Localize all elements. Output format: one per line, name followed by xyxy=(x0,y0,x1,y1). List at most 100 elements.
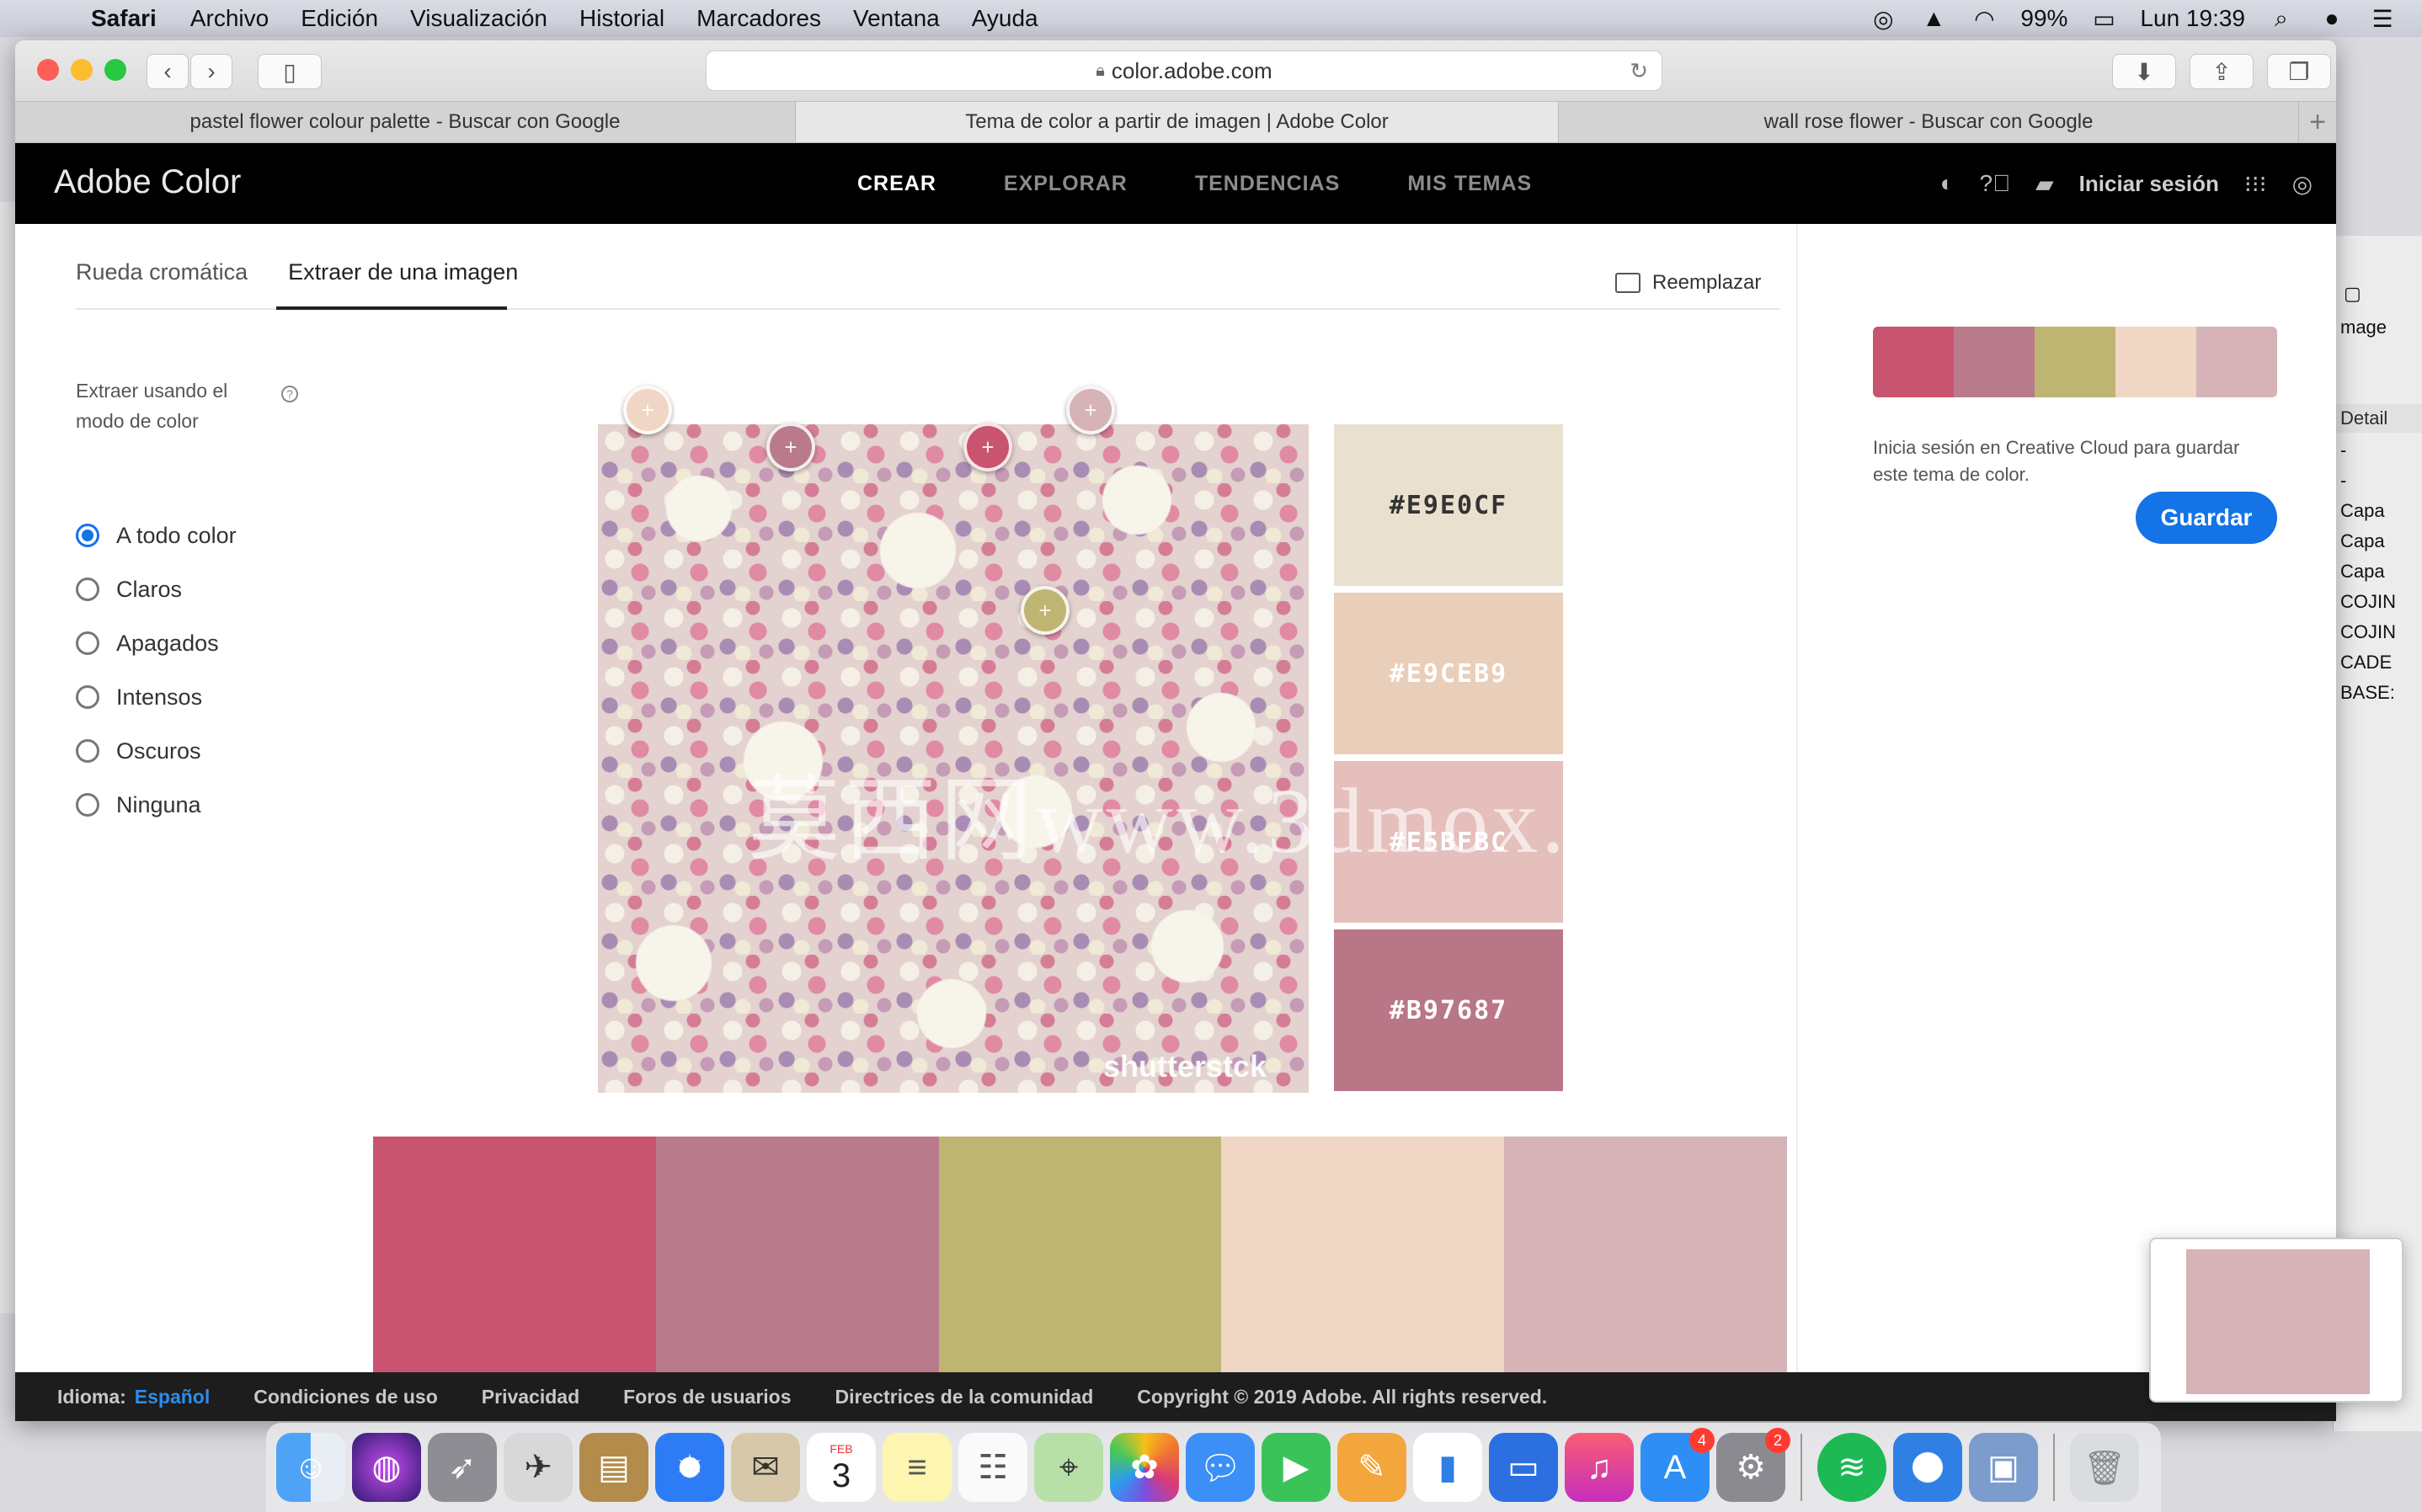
footer-terms-link[interactable]: Condiciones de uso xyxy=(253,1386,438,1408)
theme-color-swatch[interactable] xyxy=(373,1137,656,1372)
replace-image-button[interactable]: Reemplazar xyxy=(1615,271,1761,295)
theme-color-swatch[interactable] xyxy=(655,1137,939,1372)
adobe-menu-icon[interactable]: ▲ xyxy=(1919,5,1948,31)
menubar-clock[interactable]: Lun 19:39 xyxy=(2140,5,2245,32)
footer-forums-link[interactable]: Foros de usuarios xyxy=(623,1386,791,1408)
color-picker-handle[interactable]: + xyxy=(623,386,672,434)
downloads-button[interactable]: ⬇ xyxy=(2112,54,2176,89)
siri-icon[interactable]: ● xyxy=(2318,5,2346,31)
trash-icon[interactable]: 🗑︎ xyxy=(2070,1433,2139,1502)
bg-row[interactable]: Capa xyxy=(2340,500,2385,522)
show-tabs-button[interactable]: ❐ xyxy=(2267,54,2331,89)
nav-crear[interactable]: CREAR xyxy=(857,172,936,196)
reload-icon[interactable]: ↻ xyxy=(1630,58,1648,84)
notebook-app-icon[interactable]: ▤ xyxy=(579,1433,648,1502)
spotlight-search-icon[interactable]: ⌕ xyxy=(2267,5,2296,31)
bg-row[interactable]: COJIN xyxy=(2340,591,2396,613)
bg-row[interactable]: BASE: xyxy=(2340,682,2395,704)
menu-archivo[interactable]: Archivo xyxy=(190,5,269,32)
language-selector[interactable]: Español xyxy=(135,1386,210,1408)
bg-tool-image-icon[interactable]: ▢ xyxy=(2344,283,2361,305)
swatch-4[interactable]: #B97687 xyxy=(1334,929,1563,1091)
footer-guidelines-link[interactable]: Directrices de la comunidad xyxy=(835,1386,1094,1408)
spotify-icon[interactable]: ≋ xyxy=(1817,1433,1886,1502)
wifi-icon[interactable]: ◠ xyxy=(1970,6,1998,32)
swatch-2[interactable]: #E9CEB9 xyxy=(1334,593,1563,754)
bg-row[interactable]: CADE xyxy=(2340,652,2392,673)
theme-color-swatch[interactable] xyxy=(1221,1137,1505,1372)
tab-wall-rose[interactable]: wall rose flower - Buscar con Google xyxy=(1559,102,2299,142)
mail-app-icon[interactable]: ✉ xyxy=(731,1433,800,1502)
system-preferences-icon[interactable]: ⚙ 2 xyxy=(1716,1428,1790,1502)
theme-color-swatch[interactable] xyxy=(938,1137,1222,1372)
close-window-button[interactable] xyxy=(37,59,59,81)
apps-grid-icon[interactable]: ⁝⁝⁝ xyxy=(2244,170,2267,198)
mode-ninguna[interactable]: Ninguna xyxy=(76,778,237,832)
notification-center-icon[interactable]: ☰ xyxy=(2368,6,2397,32)
bg-row[interactable]: Capa xyxy=(2340,561,2385,583)
pages-icon[interactable]: ✎ xyxy=(1337,1433,1406,1502)
photos-icon[interactable]: ✿ xyxy=(1110,1433,1179,1502)
notes-icon[interactable]: ≡ xyxy=(883,1433,952,1502)
keynote-icon[interactable]: ▭ xyxy=(1489,1433,1558,1502)
messages-icon[interactable]: 💬︎ xyxy=(1186,1433,1255,1502)
color-picker-handle[interactable]: + xyxy=(1066,386,1115,434)
calendar-icon[interactable]: FEB 3 xyxy=(807,1433,876,1502)
color-picker-handle[interactable]: + xyxy=(963,423,1012,471)
finder-icon[interactable]: ☺ xyxy=(276,1433,345,1502)
numbers-icon[interactable]: ▮ xyxy=(1413,1433,1482,1502)
new-tab-button[interactable]: + xyxy=(2299,102,2336,142)
forward-button[interactable]: › xyxy=(190,54,232,89)
bg-row[interactable]: - xyxy=(2340,470,2346,492)
app-store-icon[interactable]: A4 xyxy=(1640,1428,1715,1502)
menu-ventana[interactable]: Ventana xyxy=(853,5,940,32)
bg-row[interactable]: - xyxy=(2340,439,2346,461)
preview-app-icon[interactable]: ▣ xyxy=(1969,1433,2038,1502)
login-link[interactable]: Iniciar sesión xyxy=(2079,171,2219,197)
feedback-icon[interactable]: ▰ xyxy=(2035,170,2054,198)
reminders-icon[interactable]: ☷ xyxy=(958,1433,1027,1502)
info-icon[interactable]: ? xyxy=(281,386,298,402)
tab-adobe-color[interactable]: Tema de color a partir de imagen | Adobe… xyxy=(796,102,1559,142)
tab-pastel-flower[interactable]: pastel flower colour palette - Buscar co… xyxy=(15,102,796,142)
sidebar-toggle-button[interactable]: ▯ xyxy=(258,54,322,89)
nav-mis-temas[interactable]: MIS TEMAS xyxy=(1407,172,1532,196)
mode-intensos[interactable]: Intensos xyxy=(76,670,237,724)
maps-icon[interactable]: ⌖ xyxy=(1034,1433,1103,1502)
photo-app-icon[interactable]: ✈ xyxy=(504,1433,573,1502)
menu-historial[interactable]: Historial xyxy=(579,5,664,32)
tab-extract-image[interactable]: Extraer de una imagen xyxy=(288,259,518,285)
nav-explorar[interactable]: EXPLORAR xyxy=(1004,172,1128,196)
minimize-window-button[interactable] xyxy=(71,59,93,81)
tab-color-wheel[interactable]: Rueda cromática xyxy=(76,259,248,285)
network-app-icon[interactable]: ◉ xyxy=(1893,1433,1962,1502)
launchpad-icon[interactable]: ➶ xyxy=(428,1433,497,1502)
zoom-window-button[interactable] xyxy=(104,59,126,81)
music-icon[interactable]: ♫ xyxy=(1565,1433,1634,1502)
back-button[interactable]: ‹ xyxy=(147,54,189,89)
siri-app-icon[interactable]: ◍ xyxy=(352,1433,421,1502)
safari-dock-icon[interactable]: ✶ xyxy=(655,1433,724,1502)
creative-cloud-menu-icon[interactable]: ◎ xyxy=(1869,6,1897,32)
mode-oscuros[interactable]: Oscuros xyxy=(76,724,237,778)
address-bar[interactable]: 🔒︎ color.adobe.com ↻ xyxy=(706,51,1662,91)
menu-ayuda[interactable]: Ayuda xyxy=(972,5,1038,32)
battery-percent[interactable]: 99% xyxy=(2020,5,2067,32)
bg-row[interactable]: Capa xyxy=(2340,530,2385,552)
save-button[interactable]: Guardar xyxy=(2136,492,2277,544)
theme-toggle-icon[interactable]: ◐ xyxy=(1940,170,1955,197)
color-picker-handle[interactable]: + xyxy=(766,423,815,471)
creative-cloud-icon[interactable]: ◎ xyxy=(2292,170,2313,198)
battery-icon[interactable]: ▭ xyxy=(2089,6,2118,32)
footer-privacy-link[interactable]: Privacidad xyxy=(482,1386,579,1408)
menu-edicion[interactable]: Edición xyxy=(301,5,378,32)
menu-marcadores[interactable]: Marcadores xyxy=(696,5,821,32)
help-icon[interactable]: ?⃝ xyxy=(1980,170,2011,197)
menu-app-name[interactable]: Safari xyxy=(91,5,157,32)
mode-a-todo-color[interactable]: A todo color xyxy=(76,508,237,562)
color-picker-handle[interactable]: + xyxy=(1021,586,1070,635)
menu-visualizacion[interactable]: Visualización xyxy=(410,5,547,32)
adobe-color-logo[interactable]: Adobe Color xyxy=(54,163,241,201)
nav-tendencias[interactable]: TENDENCIAS xyxy=(1195,172,1341,196)
floating-preview-window[interactable] xyxy=(2149,1238,2403,1403)
